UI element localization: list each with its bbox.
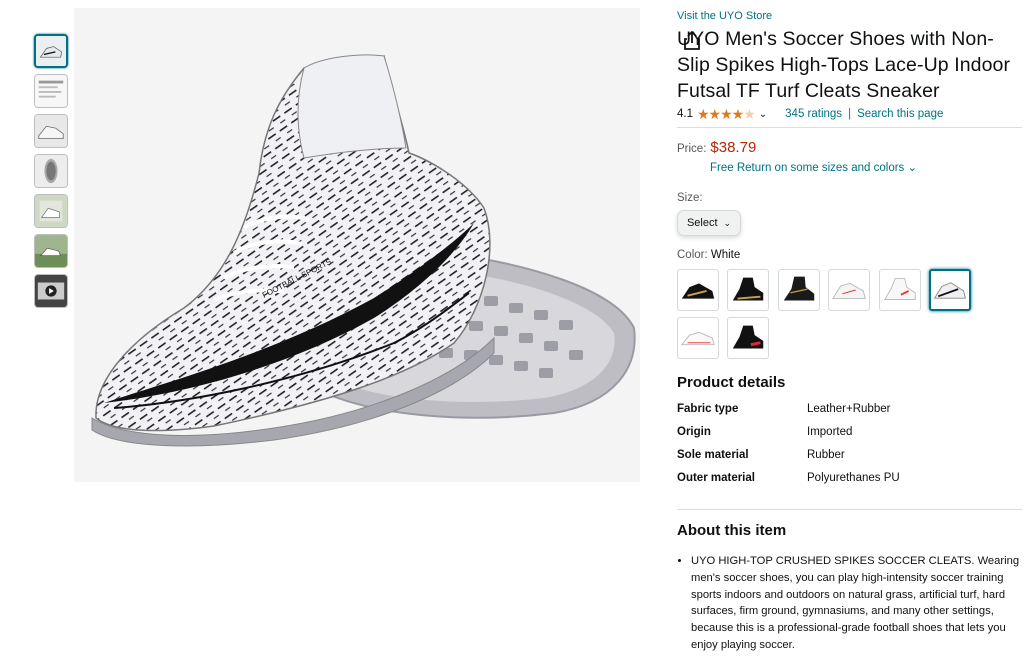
rating-chevron-icon[interactable]: ⌄ [759, 109, 767, 120]
color-swatch-8[interactable] [727, 317, 770, 359]
price-amount: $38.79 [710, 139, 757, 156]
black-gold-highcut-icon [733, 277, 764, 301]
color-label: Color: White [677, 249, 1022, 261]
thumbnail-2[interactable] [34, 74, 68, 108]
thumbnail-4[interactable] [34, 154, 68, 188]
thumbnail-6[interactable] [34, 234, 68, 268]
shoe-thumb-icon [36, 36, 66, 66]
thumbnail-strip [34, 34, 68, 314]
details-value: Polyurethanes PU [807, 472, 900, 484]
details-key: Outer material [677, 472, 755, 484]
product-title: UYO Men's Soccer Shoes with Non-Slip Spi… [677, 28, 1011, 102]
white-red-highcut-icon [883, 278, 916, 300]
free-return-link[interactable]: Free Return on some sizes and colors ⌄ [710, 160, 1022, 174]
thumbnail-1[interactable] [34, 34, 68, 68]
details-value: Rubber [807, 449, 845, 461]
color-swatches [677, 269, 1022, 365]
details-value: Leather+Rubber [807, 403, 891, 415]
details-key: Origin [677, 426, 711, 438]
price-label: Price: [677, 143, 707, 155]
color-swatch-6-selected[interactable] [929, 269, 972, 311]
field-thumb-icon [35, 235, 67, 267]
white-red-shoe-icon [832, 282, 867, 300]
price-row: Price: $38.79 [677, 139, 1022, 156]
details-value: Imported [807, 426, 853, 438]
ratings-count-link[interactable]: 345 ratings [785, 108, 842, 120]
grass-thumb-icon [35, 195, 67, 227]
product-details-table: Fabric type Leather+Rubber Origin Import… [677, 403, 1022, 495]
details-key: Sole material [677, 449, 749, 461]
black-red-highcut-icon [733, 325, 764, 349]
details-row: Sole material Rubber [677, 449, 1022, 472]
white-silver-shoe-icon [680, 331, 715, 346]
main-product-image[interactable]: FOOTBALL SPORTS [74, 8, 710, 482]
details-key: Fabric type [677, 403, 739, 415]
size-dropdown[interactable]: Select ⌄ [677, 210, 741, 236]
thumbnail-5[interactable] [34, 194, 68, 228]
video-thumb-icon [35, 275, 67, 307]
color-swatch-4[interactable] [828, 269, 871, 311]
soccer-shoes-image: FOOTBALL SPORTS [74, 8, 640, 482]
star-rating-icon[interactable]: ★★★★★ [697, 106, 756, 123]
details-row: Outer material Polyurethanes PU [677, 472, 1022, 495]
shoe-side-thumb-icon [35, 115, 67, 147]
about-bullets: UYO HIGH-TOP CRUSHED SPIKES SOCCER CLEAT… [677, 553, 1022, 654]
color-swatch-5[interactable] [878, 269, 921, 311]
black-gold-highcut-2-icon [783, 276, 815, 301]
search-page-link[interactable]: Search this page [857, 108, 943, 120]
color-swatch-1[interactable] [677, 269, 719, 311]
rating-row: 4.1 ★★★★★ ⌄ 345 ratings | Search this pa… [677, 106, 1022, 122]
chevron-down-icon: ⌄ [723, 217, 732, 228]
color-label-prefix: Color: [677, 249, 711, 261]
thumbnail-7-video[interactable] [34, 274, 68, 308]
black-gold-shoe-icon [681, 283, 715, 299]
about-heading: About this item [677, 522, 787, 539]
color-swatch-2[interactable] [727, 269, 770, 311]
details-row: Fabric type Leather+Rubber [677, 403, 1022, 426]
ratings-separator: | [848, 108, 852, 120]
size-dropdown-value: Select [686, 217, 718, 229]
thumbnail-3[interactable] [34, 114, 68, 148]
color-swatch-3[interactable] [777, 269, 820, 311]
product-details-heading: Product details [677, 374, 786, 391]
color-value: White [710, 249, 741, 261]
details-row: Origin Imported [677, 426, 1022, 449]
color-swatch-7[interactable] [677, 317, 719, 359]
rating-value: 4.1 [677, 108, 693, 120]
about-bullet: UYO HIGH-TOP CRUSHED SPIKES SOCCER CLEAT… [691, 553, 1022, 654]
size-label: Size: [677, 192, 703, 204]
divider [677, 509, 1022, 510]
store-link[interactable]: Visit the UYO Store [677, 10, 1022, 22]
sole-thumb-icon [35, 155, 67, 187]
product-info: Visit the UYO Store UYO Men's Soccer Sho… [677, 10, 1022, 654]
size-chart-thumb-icon [35, 75, 67, 107]
divider [677, 127, 1022, 128]
white-black-shoe-icon [934, 282, 967, 299]
